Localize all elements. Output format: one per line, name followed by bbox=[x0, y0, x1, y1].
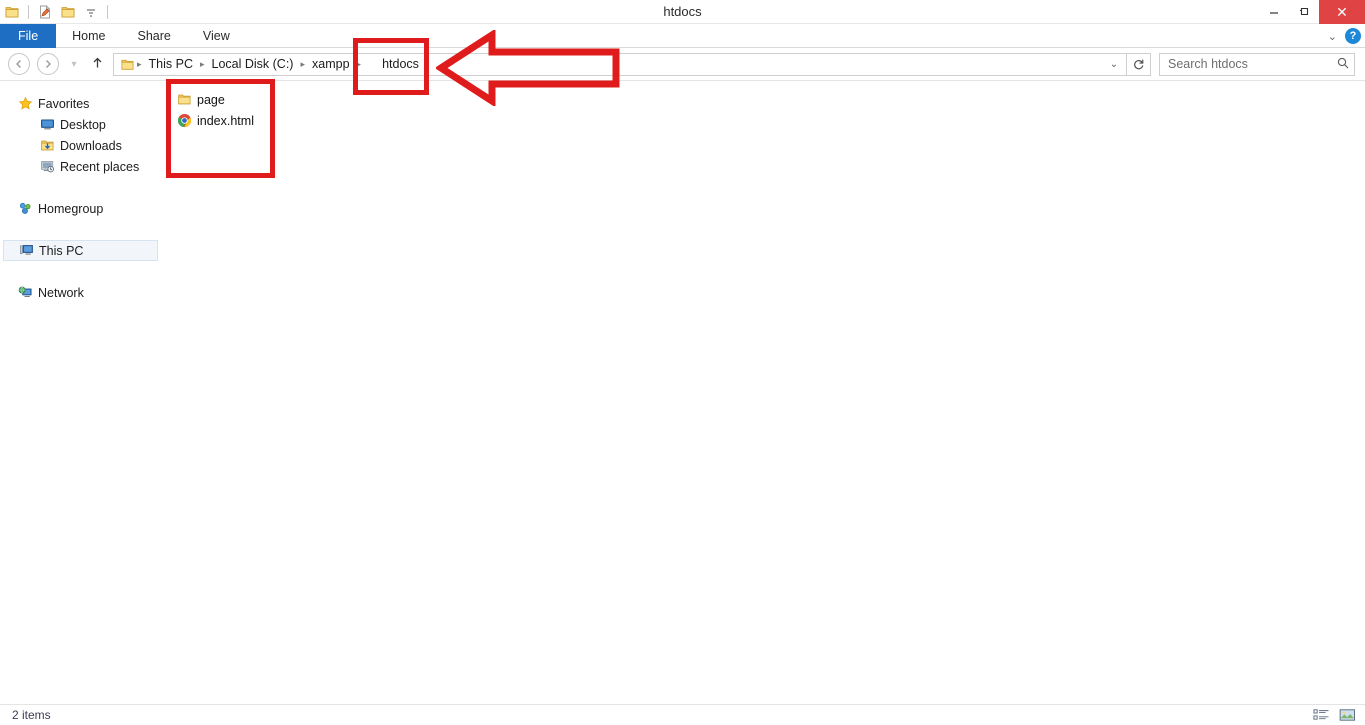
downloads-icon bbox=[40, 138, 60, 153]
breadcrumb-item-this-pc[interactable]: This PC bbox=[143, 57, 199, 71]
sidebar-label-network: Network bbox=[38, 285, 84, 300]
back-button[interactable] bbox=[8, 53, 30, 75]
recent-locations-icon[interactable]: ▾ bbox=[65, 59, 83, 70]
sidebar-item-favorites[interactable]: Favorites bbox=[0, 93, 165, 114]
sidebar-label-downloads: Downloads bbox=[60, 138, 122, 153]
chevron-down-icon[interactable]: ⌄ bbox=[1328, 30, 1337, 43]
close-button[interactable]: ✕ bbox=[1319, 0, 1365, 24]
minimize-button[interactable] bbox=[1259, 0, 1289, 24]
address-bar: ▾ ▸ This PC ▸ Local Disk (C:) ▸ xampp ▸ … bbox=[0, 48, 1365, 81]
sidebar-item-desktop[interactable]: Desktop bbox=[0, 114, 165, 135]
item-count-label: 2 items bbox=[12, 708, 51, 722]
file-explorer-window: htdocs ✕ File Home Share View ⌄ ? ▾ ▸ Th… bbox=[0, 0, 1365, 725]
network-icon bbox=[18, 285, 38, 300]
star-icon bbox=[18, 96, 38, 111]
folder-icon bbox=[177, 92, 197, 107]
this-pc-icon bbox=[19, 243, 39, 258]
breadcrumb-item-htdocs[interactable]: htdocs bbox=[362, 57, 425, 71]
navigation-pane: Favorites Desktop Downloads Recent place… bbox=[0, 81, 165, 705]
breadcrumb-folder-icon bbox=[118, 57, 136, 72]
title-bar: htdocs ✕ bbox=[0, 0, 1365, 24]
ribbon-tabs: File Home Share View bbox=[0, 24, 1365, 48]
breadcrumb-item-xampp[interactable]: xampp bbox=[306, 57, 356, 71]
file-name: index.html bbox=[197, 113, 254, 128]
sidebar-label-recent-places: Recent places bbox=[60, 159, 140, 174]
tab-home[interactable]: Home bbox=[56, 24, 121, 48]
list-item[interactable]: page bbox=[165, 89, 1365, 110]
tab-file[interactable]: File bbox=[0, 24, 57, 48]
desktop-icon bbox=[40, 117, 60, 132]
refresh-button[interactable] bbox=[1127, 52, 1151, 76]
annotation-arrow-left-icon bbox=[436, 30, 620, 106]
sidebar-item-network[interactable]: Network bbox=[0, 282, 165, 303]
sidebar-item-homegroup[interactable]: Homegroup bbox=[0, 198, 165, 219]
large-icons-view-icon[interactable] bbox=[1337, 707, 1357, 723]
sidebar-item-downloads[interactable]: Downloads bbox=[0, 135, 165, 156]
window-title: htdocs bbox=[663, 4, 702, 19]
tab-share[interactable]: Share bbox=[122, 24, 187, 48]
help-icon[interactable]: ? bbox=[1345, 28, 1361, 44]
sidebar-label-desktop: Desktop bbox=[60, 117, 106, 132]
ribbon-tab-bar: File Home Share View ⌄ ? bbox=[0, 24, 1365, 48]
sidebar-item-this-pc[interactable]: This PC bbox=[3, 240, 158, 261]
search-icon[interactable] bbox=[1336, 56, 1350, 73]
recent-places-icon bbox=[40, 159, 60, 174]
breadcrumb-dropdown-icon[interactable]: ⌄ bbox=[1104, 59, 1124, 70]
sidebar-label-homegroup: Homegroup bbox=[38, 201, 104, 216]
maximize-button[interactable] bbox=[1289, 0, 1319, 24]
window-controls: ✕ bbox=[1259, 0, 1365, 24]
status-bar: 2 items bbox=[0, 705, 1365, 725]
sidebar-label-favorites: Favorites bbox=[38, 96, 90, 111]
file-list-pane[interactable]: page index.html bbox=[165, 81, 1365, 705]
search-input[interactable]: Search htdocs bbox=[1159, 52, 1355, 76]
homegroup-icon bbox=[18, 201, 38, 216]
chrome-icon bbox=[177, 113, 197, 128]
forward-button[interactable] bbox=[37, 53, 59, 75]
sidebar-item-recent-places[interactable]: Recent places bbox=[0, 156, 165, 177]
up-one-level-button[interactable] bbox=[87, 56, 107, 73]
view-mode-buttons bbox=[1311, 707, 1357, 723]
tab-view[interactable]: View bbox=[187, 24, 246, 48]
breadcrumb-item-local-disk[interactable]: Local Disk (C:) bbox=[206, 57, 300, 71]
list-item[interactable]: index.html bbox=[165, 110, 1365, 131]
file-name: page bbox=[197, 92, 225, 107]
search-placeholder: Search htdocs bbox=[1168, 57, 1248, 71]
sidebar-label-this-pc: This PC bbox=[39, 243, 84, 258]
ribbon-right-controls: ⌄ ? bbox=[1328, 24, 1361, 48]
details-view-icon[interactable] bbox=[1311, 707, 1331, 723]
explorer-body: Favorites Desktop Downloads Recent place… bbox=[0, 81, 1365, 705]
